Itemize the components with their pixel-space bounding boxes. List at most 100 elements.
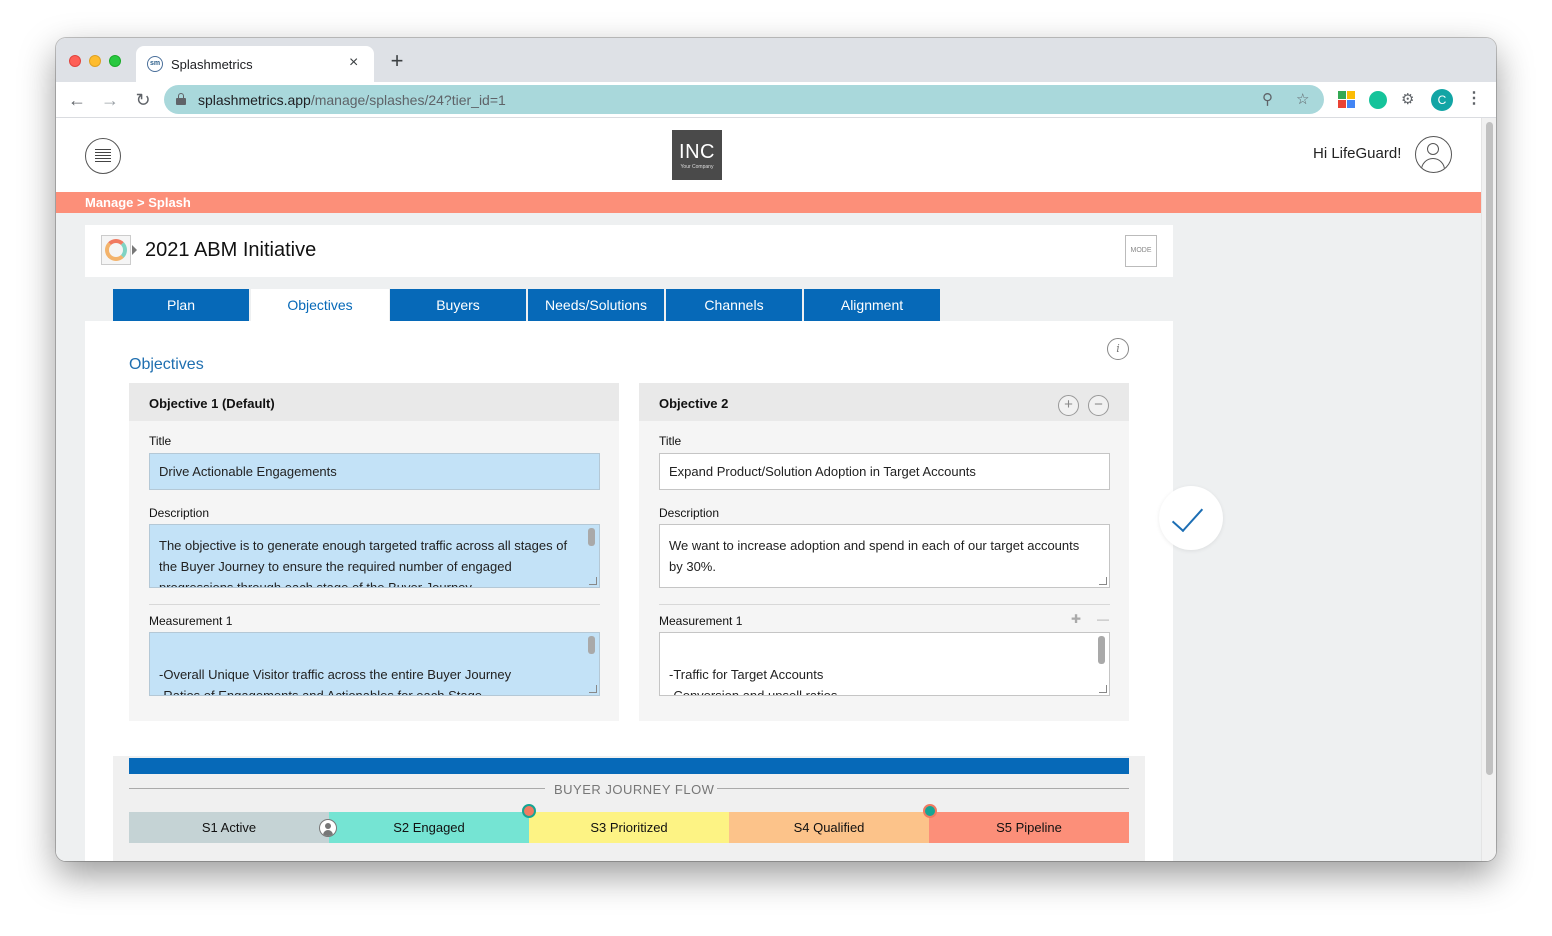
objective-name: Objective 2 [659, 396, 729, 411]
measurement-label: Measurement 1 [149, 614, 233, 628]
breadcrumb[interactable]: Manage > Splash [85, 195, 191, 210]
tab-plan[interactable]: Plan [113, 289, 249, 321]
splashmetrics-favicon-icon: sm [147, 56, 163, 72]
stage-s5-pipeline[interactable]: S5 Pipeline [929, 812, 1129, 843]
lifebuoy-icon[interactable] [101, 235, 131, 265]
stage-label: S5 Pipeline [996, 820, 1062, 835]
page-scrollbar[interactable] [1481, 118, 1496, 861]
stage-s2-engaged[interactable]: S2 Engaged [329, 812, 529, 843]
description-text: We want to increase adoption and spend i… [669, 538, 1080, 574]
profile-avatar[interactable]: C [1431, 89, 1453, 111]
breadcrumb-bar: Manage > Splash [56, 192, 1481, 213]
objective-title-input[interactable]: Expand Product/Solution Adoption in Targ… [659, 453, 1110, 490]
add-objective-button[interactable]: + [1058, 395, 1079, 416]
journey-marker-icon[interactable] [522, 804, 536, 818]
objective-panel-2: Objective 2 + − Title Expand Product/Sol… [639, 383, 1129, 721]
divider [659, 604, 1110, 605]
company-logo: INC Your Company [672, 130, 722, 180]
resize-handle-icon[interactable] [589, 685, 597, 693]
logo-subtext: Your Company [680, 164, 714, 170]
grammarly-icon[interactable] [1369, 91, 1387, 109]
web-page: INC Your Company Hi LifeGuard! Manage > … [56, 118, 1496, 861]
logo-text: INC [679, 141, 715, 163]
title-label: Title [659, 434, 682, 448]
tab-needs-solutions[interactable]: Needs/Solutions [528, 289, 664, 321]
stage-label: S4 Qualified [793, 820, 865, 835]
url-path: /manage/splashes/24?tier_id=1 [310, 92, 506, 108]
add-measurement-icon[interactable]: ✚ [1071, 612, 1081, 626]
address-bar[interactable]: splashmetrics.app/manage/splashes/24?tie… [164, 85, 1324, 114]
save-checkmark-button[interactable] [1159, 486, 1223, 550]
description-text: The objective is to generate enough targ… [159, 538, 568, 588]
user-avatar-icon[interactable] [1415, 136, 1452, 173]
textarea-scrollbar[interactable] [1098, 636, 1105, 664]
reload-icon[interactable]: ↻ [132, 89, 154, 111]
resize-handle-icon[interactable] [1099, 685, 1107, 693]
stage-s4-qualified[interactable]: S4 Qualified [729, 812, 929, 843]
measurement-text: -Overall Unique Visitor traffic across t… [159, 667, 512, 696]
measurement-label: Measurement 1 [659, 614, 743, 628]
journey-rule-left [129, 788, 545, 789]
tab-close-icon[interactable]: × [349, 54, 358, 72]
stage-s1-active[interactable]: S1 Active [129, 812, 329, 843]
close-window-button[interactable] [69, 55, 81, 67]
objective-description-textarea[interactable]: The objective is to generate enough targ… [149, 524, 600, 588]
caret-right-icon[interactable] [132, 245, 137, 255]
extensions-puzzle-icon[interactable]: ⚙ [1401, 91, 1419, 109]
objective-header: Objective 1 (Default) [129, 383, 619, 421]
user-greeting: Hi LifeGuard! [1313, 145, 1402, 162]
buyer-person-icon[interactable] [319, 819, 337, 837]
menu-icon[interactable] [85, 138, 121, 174]
measurement-textarea[interactable]: -Overall Unique Visitor traffic across t… [149, 632, 600, 696]
resize-handle-icon[interactable] [1099, 577, 1107, 585]
forward-arrow-icon[interactable]: → [99, 89, 121, 111]
stage-label: S1 Active [201, 820, 257, 835]
info-icon[interactable]: i [1107, 338, 1129, 360]
browser-tabstrip: sm Splashmetrics × + [56, 38, 1496, 82]
url-host: splashmetrics.app [198, 92, 311, 108]
description-label: Description [149, 506, 210, 520]
key-icon[interactable]: ⚲ [1262, 90, 1273, 108]
objective-title-input[interactable]: Drive Actionable Engagements [149, 453, 600, 490]
tab-buyers[interactable]: Buyers [390, 289, 526, 321]
remove-objective-button[interactable]: − [1088, 395, 1109, 416]
page-title: 2021 ABM Initiative [145, 239, 317, 261]
textarea-scrollbar[interactable] [588, 528, 595, 546]
remove-measurement-icon[interactable]: — [1097, 612, 1109, 626]
divider [149, 604, 600, 605]
stage-label: S3 Prioritized [590, 820, 668, 835]
journey-flow-label: BUYER JOURNEY FLOW [554, 782, 715, 797]
splash-title-card: 2021 ABM Initiative MODE [85, 225, 1173, 277]
section-title: Objectives [129, 356, 204, 373]
new-tab-button[interactable]: + [386, 50, 408, 72]
browser-menu-icon[interactable]: ⋮ [1466, 90, 1482, 108]
url-text[interactable]: splashmetrics.app/manage/splashes/24?tie… [198, 92, 506, 108]
maximize-window-button[interactable] [109, 55, 121, 67]
lock-icon [176, 93, 186, 105]
stage-s3-prioritized[interactable]: S3 Prioritized [529, 812, 729, 843]
measurement-textarea[interactable]: -Traffic for Target Accounts -Conversion… [659, 632, 1110, 696]
journey-marker-icon[interactable] [923, 804, 937, 818]
browser-tab[interactable]: sm Splashmetrics × [136, 46, 374, 82]
extension-grid-icon[interactable] [1338, 91, 1356, 109]
textarea-scrollbar[interactable] [588, 636, 595, 654]
minimize-window-button[interactable] [89, 55, 101, 67]
bookmark-star-icon[interactable]: ☆ [1296, 90, 1309, 108]
objective-description-textarea[interactable]: We want to increase adoption and spend i… [659, 524, 1110, 588]
resize-handle-icon[interactable] [589, 577, 597, 585]
back-arrow-icon[interactable]: ← [66, 89, 88, 111]
browser-toolbar: ← → ↻ splashmetrics.app/manage/splashes/… [56, 82, 1496, 118]
objective-name: Objective 1 (Default) [149, 396, 275, 411]
mode-button[interactable]: MODE [1125, 235, 1157, 267]
journey-rule-right [717, 788, 1129, 789]
measurement-text: -Traffic for Target Accounts -Conversion… [669, 667, 838, 696]
objective-header: Objective 2 + − [639, 383, 1129, 421]
browser-window: sm Splashmetrics × + ← → ↻ splashmetrics… [56, 38, 1496, 861]
journey-header-bar [129, 758, 1129, 774]
objective-panel-1: Objective 1 (Default) Title Drive Action… [129, 383, 619, 721]
tab-channels[interactable]: Channels [666, 289, 802, 321]
scrollbar-thumb[interactable] [1486, 122, 1493, 775]
stage-label: S2 Engaged [393, 820, 465, 835]
tab-alignment[interactable]: Alignment [804, 289, 940, 321]
tab-objectives[interactable]: Objectives [251, 289, 389, 321]
